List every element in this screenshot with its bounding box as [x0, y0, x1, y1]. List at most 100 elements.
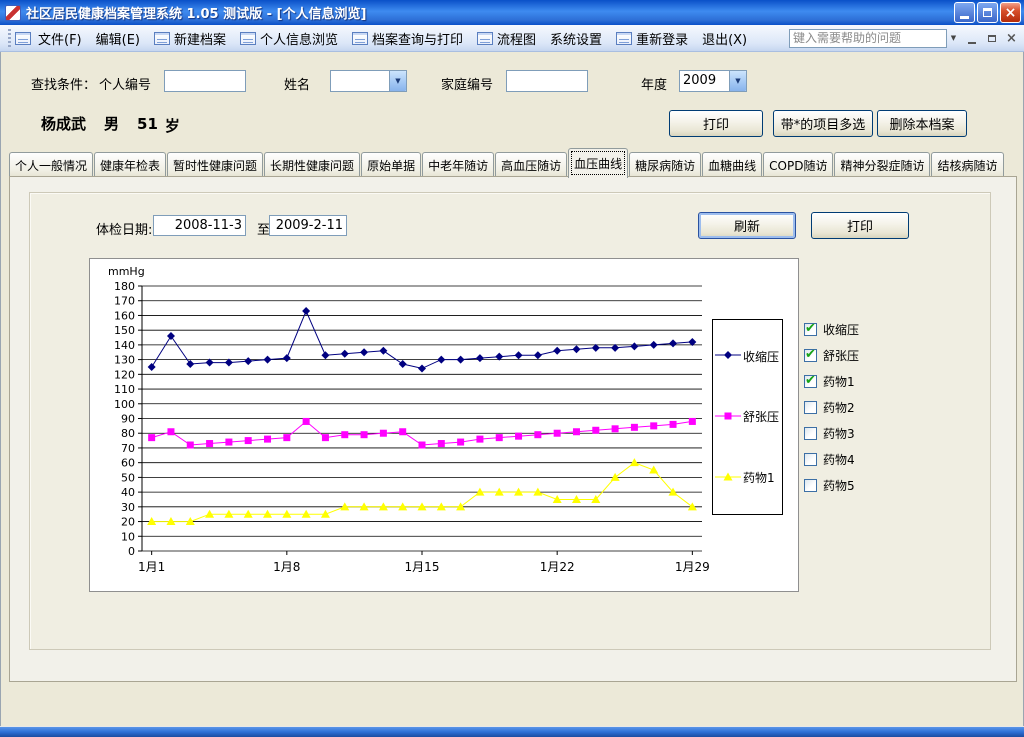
checkbox-label: 药物4	[823, 451, 855, 468]
patient-age: 51	[137, 115, 158, 136]
date-to-input[interactable]: 2009-2-11	[269, 215, 347, 236]
square-marker-icon	[715, 410, 741, 424]
tab-血糖曲线[interactable]: 血糖曲线	[702, 152, 762, 178]
tab-bar: 个人一般情况健康年检表暂时性健康问题长期性健康问题原始单据中老年随访高血压随访血…	[9, 148, 1017, 178]
title-bar: 社区居民健康档案管理系统 1.05 测试版 - [个人信息浏览] ×	[0, 0, 1024, 25]
checkbox-row-药物5[interactable]: 药物5	[804, 472, 984, 498]
checkbox-row-药物1[interactable]: 药物1	[804, 368, 984, 394]
checkbox-row-药物2[interactable]: 药物2	[804, 394, 984, 420]
patient-summary: 杨成武 男 51 岁	[41, 113, 180, 136]
legend-item-药物1: 药物1	[715, 469, 782, 486]
menu-item[interactable]: 重新登录	[609, 25, 695, 52]
mdi-restore-icon	[988, 35, 996, 42]
close-button[interactable]: ×	[1000, 2, 1021, 23]
date-from-input[interactable]: 2008-11-3	[153, 215, 246, 236]
year-combobox-value: 2009	[680, 71, 729, 91]
delete-record-button[interactable]: 删除本档案	[877, 110, 967, 137]
menu-item[interactable]: 系统设置	[543, 25, 609, 52]
menu-item-label: 退出(X)	[702, 29, 747, 48]
diamond-marker-icon	[715, 349, 741, 363]
unchecked-checkbox-icon[interactable]	[804, 453, 817, 466]
family-id-label: 家庭编号	[441, 74, 493, 93]
checked-checkbox-icon[interactable]	[804, 323, 817, 336]
menu-item[interactable]: 文件(F)	[31, 25, 89, 52]
checked-checkbox-icon[interactable]	[804, 349, 817, 362]
window-bottom-border	[0, 726, 1024, 737]
tab-长期性健康问题[interactable]: 长期性健康问题	[264, 152, 360, 178]
svg-text:80: 80	[121, 427, 135, 440]
svg-text:170: 170	[114, 295, 135, 308]
exam-date-label: 体检日期:	[96, 219, 152, 238]
toolbar-grip[interactable]	[8, 29, 11, 47]
menu-item[interactable]: 流程图	[470, 25, 543, 52]
menu-item[interactable]: 编辑(E)	[89, 25, 147, 52]
legend-label: 药物1	[743, 469, 775, 486]
chevron-down-icon[interactable]	[729, 71, 746, 91]
checkbox-label: 舒张压	[823, 347, 859, 364]
year-combobox[interactable]: 2009	[679, 70, 747, 92]
svg-text:20: 20	[121, 516, 135, 529]
panel-print-button[interactable]: 打印	[811, 212, 909, 239]
checkbox-row-舒张压[interactable]: 舒张压	[804, 342, 984, 368]
tab-精神分裂症随访[interactable]: 精神分裂症随访	[834, 152, 930, 178]
window-title: 社区居民健康档案管理系统 1.05 测试版 - [个人信息浏览]	[26, 3, 952, 22]
legend-item-收缩压: 收缩压	[715, 348, 782, 365]
menu-item[interactable]: 新建档案	[147, 25, 233, 52]
tab-个人一般情况[interactable]: 个人一般情况	[9, 152, 93, 178]
help-dropdown-icon[interactable]	[947, 29, 960, 48]
help-search-input[interactable]	[790, 31, 946, 45]
menu-bar: 文件(F)编辑(E) 新建档案个人信息浏览档案查询与打印流程图系统设置 重新登录退出…	[0, 25, 1024, 52]
svg-text:30: 30	[121, 501, 135, 514]
help-search-box[interactable]	[789, 29, 947, 48]
triangle-marker-icon	[715, 471, 741, 485]
personal-id-input[interactable]	[164, 70, 246, 92]
svg-text:140: 140	[114, 339, 135, 352]
tab-高血压随访[interactable]: 高血压随访	[495, 152, 567, 178]
mdi-minimize-button[interactable]	[963, 30, 980, 46]
menu-item[interactable]: 个人信息浏览	[233, 25, 345, 52]
unchecked-checkbox-icon[interactable]	[804, 479, 817, 492]
checked-checkbox-icon[interactable]	[804, 375, 817, 388]
tab-结核病随访[interactable]: 结核病随访	[931, 152, 1003, 178]
menu-item[interactable]: 档案查询与打印	[345, 25, 470, 52]
chevron-down-icon[interactable]	[389, 71, 406, 91]
checkbox-label: 收缩压	[823, 321, 859, 338]
patient-gender: 男	[104, 113, 119, 134]
checkbox-row-药物4[interactable]: 药物4	[804, 446, 984, 472]
minimize-button[interactable]	[954, 2, 975, 23]
unchecked-checkbox-icon[interactable]	[804, 401, 817, 414]
menu-item[interactable]: 退出(X)	[695, 25, 754, 52]
chart-legend: 收缩压舒张压药物1	[712, 319, 783, 515]
menu-item-label: 重新登录	[636, 29, 688, 48]
tab-健康年检表[interactable]: 健康年检表	[94, 152, 166, 178]
restore-button[interactable]	[977, 2, 998, 23]
tab-COPD随访[interactable]: COPD随访	[763, 152, 833, 178]
mdi-close-button[interactable]: ×	[1003, 30, 1020, 46]
tab-中老年随访[interactable]: 中老年随访	[422, 152, 494, 178]
checkbox-row-收缩压[interactable]: 收缩压	[804, 316, 984, 342]
svg-text:mmHg: mmHg	[108, 265, 145, 278]
unchecked-checkbox-icon[interactable]	[804, 427, 817, 440]
checkbox-row-药物3[interactable]: 药物3	[804, 420, 984, 446]
name-combobox[interactable]	[330, 70, 407, 92]
svg-text:40: 40	[121, 486, 135, 499]
tab-暂时性健康问题[interactable]: 暂时性健康问题	[167, 152, 263, 178]
svg-text:160: 160	[114, 309, 135, 322]
refresh-button[interactable]: 刷新	[698, 212, 796, 239]
print-button[interactable]: 打印	[669, 110, 763, 137]
family-id-input[interactable]	[506, 70, 588, 92]
svg-text:70: 70	[121, 442, 135, 455]
svg-text:90: 90	[121, 413, 135, 426]
patient-name: 杨成武	[41, 113, 86, 134]
legend-label: 收缩压	[743, 348, 779, 365]
mdi-restore-button[interactable]	[983, 30, 1000, 46]
svg-text:180: 180	[114, 280, 135, 293]
series-checkbox-list: 收缩压舒张压药物1药物2药物3 药物4 药物5	[804, 316, 984, 498]
tab-血压曲线[interactable]: 血压曲线	[568, 148, 628, 178]
multiselect-button[interactable]: 带*的项目多选	[773, 110, 873, 137]
menu-item-label: 系统设置	[550, 29, 602, 48]
menu-item-label: 新建档案	[174, 29, 226, 48]
tab-原始单据[interactable]: 原始单据	[361, 152, 421, 178]
form-icon	[240, 32, 256, 45]
tab-糖尿病随访[interactable]: 糖尿病随访	[629, 152, 701, 178]
